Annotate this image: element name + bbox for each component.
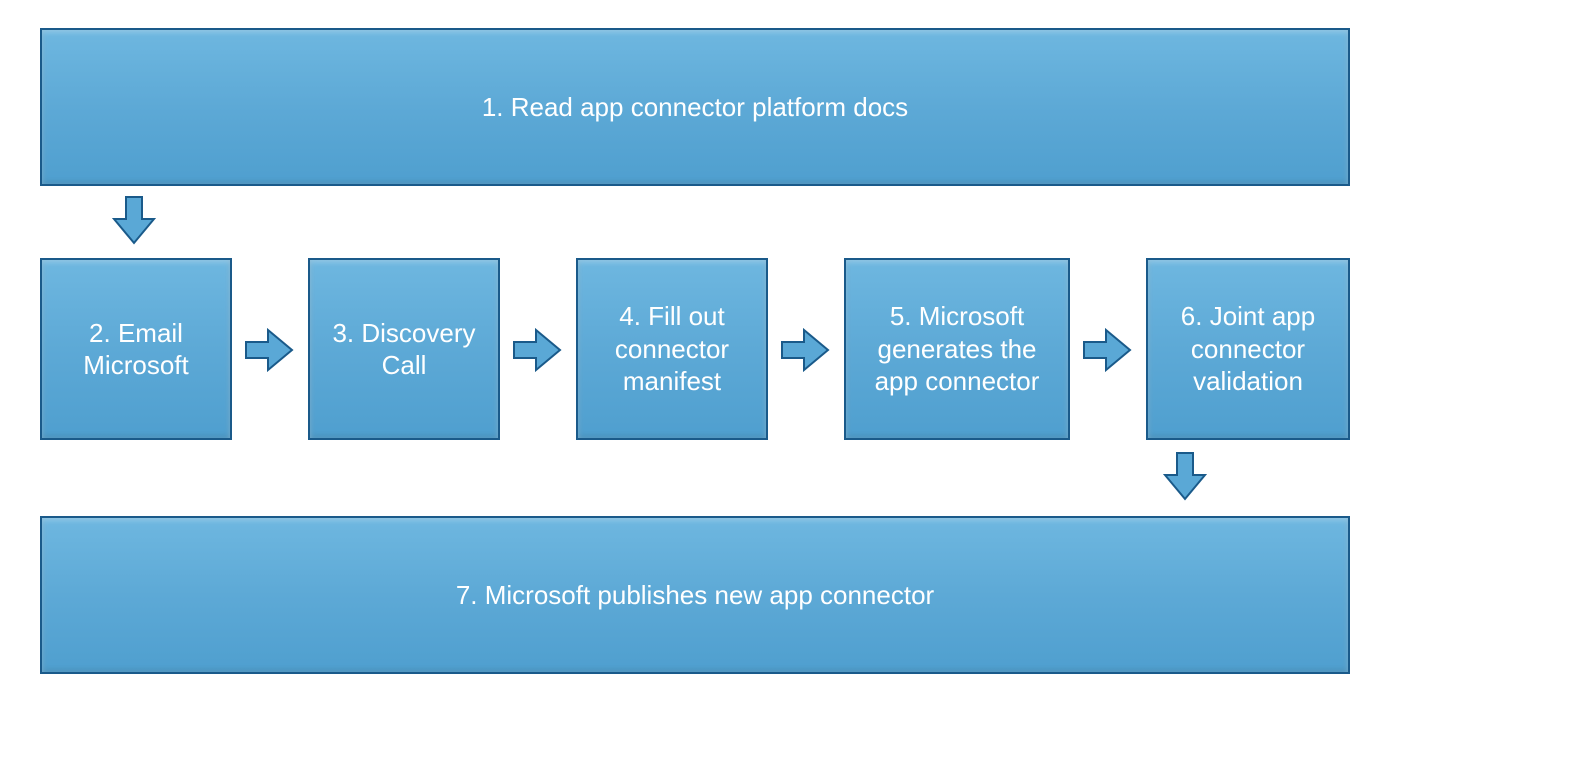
step-3-label: 3. Discovery Call (324, 317, 484, 382)
arrow-down-2-icon (1163, 451, 1207, 501)
arrow-right-2-icon (244, 328, 294, 372)
step-2-label: 2. Email Microsoft (56, 317, 216, 382)
step-6-label: 6. Joint app connector validation (1162, 300, 1334, 398)
step-2-box: 2. Email Microsoft (40, 258, 232, 440)
step-7-label: 7. Microsoft publishes new app connector (456, 579, 934, 612)
step-5-box: 5. Microsoft generates the app connector (844, 258, 1070, 440)
step-6-box: 6. Joint app connector validation (1146, 258, 1350, 440)
step-5-label: 5. Microsoft generates the app connector (860, 300, 1054, 398)
flowchart-canvas: 1. Read app connector platform docs 2. E… (0, 0, 1576, 768)
step-4-label: 4. Fill out connector manifest (592, 300, 752, 398)
arrow-right-3-icon (512, 328, 562, 372)
step-3-box: 3. Discovery Call (308, 258, 500, 440)
step-7-box: 7. Microsoft publishes new app connector (40, 516, 1350, 674)
arrow-right-5-icon (1082, 328, 1132, 372)
step-1-box: 1. Read app connector platform docs (40, 28, 1350, 186)
step-4-box: 4. Fill out connector manifest (576, 258, 768, 440)
step-1-label: 1. Read app connector platform docs (482, 91, 908, 124)
arrow-right-4-icon (780, 328, 830, 372)
arrow-down-1-icon (112, 195, 156, 245)
